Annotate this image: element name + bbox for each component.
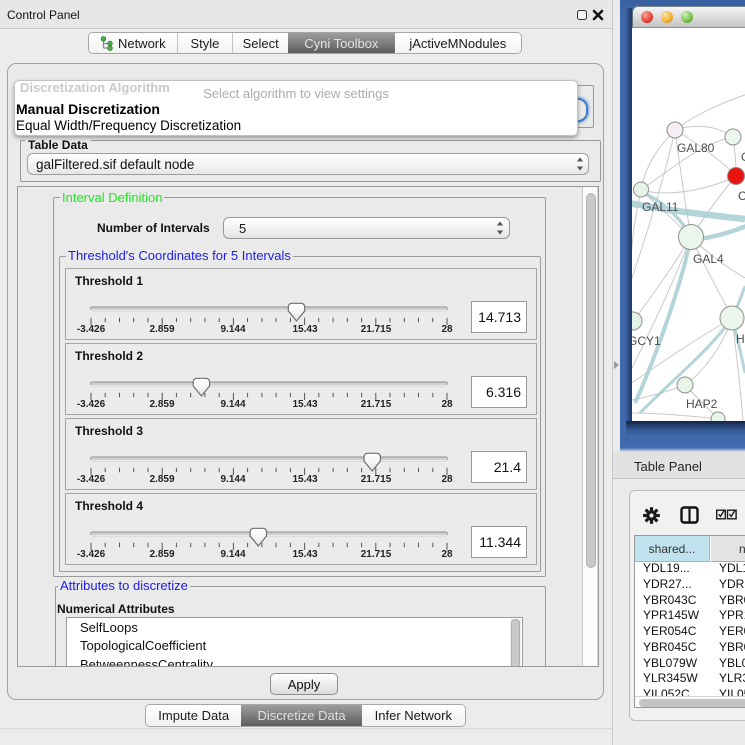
svg-text:C: C xyxy=(738,189,745,203)
svg-text:G: G xyxy=(741,150,745,164)
svg-text:GAL80: GAL80 xyxy=(677,141,715,155)
svg-text:H: H xyxy=(736,332,745,346)
svg-text:GAL4: GAL4 xyxy=(693,252,724,266)
svg-text:HAP2: HAP2 xyxy=(686,397,718,411)
svg-text:GCY1: GCY1 xyxy=(632,334,661,348)
svg-text:GAL11: GAL11 xyxy=(642,200,679,214)
